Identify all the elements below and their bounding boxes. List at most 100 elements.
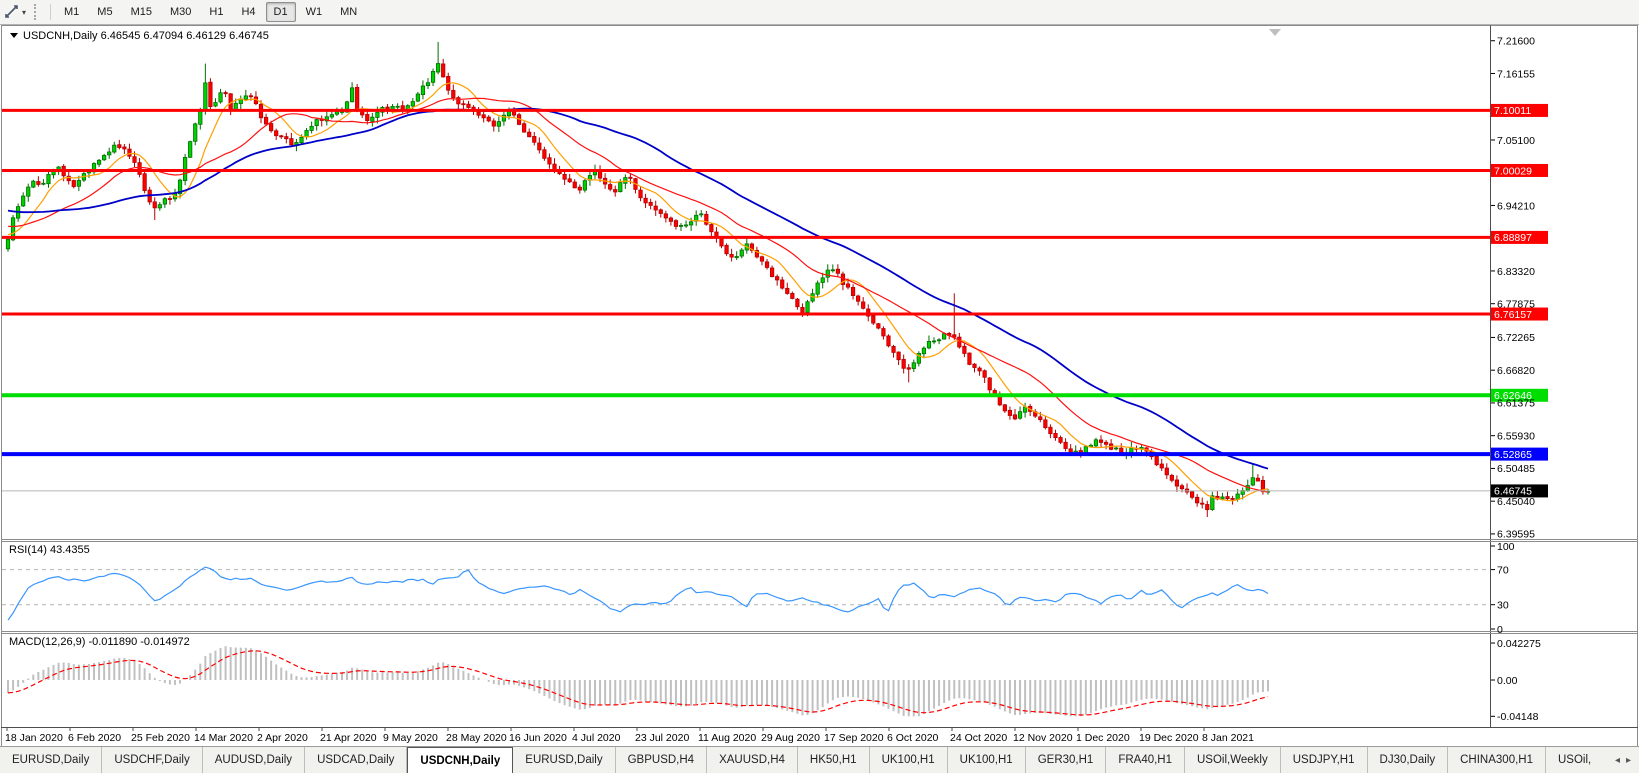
candle-body (548, 158, 551, 164)
date-label: 12 Nov 2020 (1013, 732, 1073, 744)
tool-dropdown-caret[interactable]: ▾ (22, 8, 26, 17)
tab-audusd-daily[interactable]: AUDUSD,Daily (203, 747, 305, 773)
tab-eurusd-daily[interactable]: EURUSD,Daily (513, 747, 615, 773)
tab-uk100-h1[interactable]: UK100,H1 (870, 747, 948, 773)
candle-body (310, 126, 313, 130)
candle-body (1180, 486, 1183, 489)
candle-body (563, 174, 566, 179)
candle-body (492, 121, 495, 126)
candle-body (411, 102, 414, 107)
candle-body (244, 96, 247, 100)
candle-body (730, 254, 733, 257)
candle-body (330, 115, 333, 117)
tf-button-w1[interactable]: W1 (298, 2, 331, 22)
price-tick-label: 7.16155 (1497, 68, 1535, 80)
candle-body (614, 190, 617, 192)
price-tick-label: 6.66820 (1497, 365, 1535, 377)
tab-gbpusd-h4[interactable]: GBPUSD,H4 (616, 747, 707, 773)
date-label: 1 Dec 2020 (1076, 732, 1130, 744)
candle-body (781, 280, 784, 288)
date-label: 6 Oct 2020 (887, 732, 939, 744)
candle-body (305, 130, 308, 136)
candle-body (118, 145, 121, 148)
timeframe-toolbar: ▾ M1M5M15M30H1H4D1W1MN (0, 0, 1639, 25)
tab-usoil[interactable]: USOil, (1546, 747, 1601, 773)
tf-button-h4[interactable]: H4 (233, 2, 263, 22)
candle-body (664, 214, 667, 218)
tab-xauusd-h4[interactable]: XAUUSD,H4 (707, 747, 798, 773)
candle-body (97, 160, 100, 164)
candle-body (204, 83, 207, 110)
tf-button-h1[interactable]: H1 (201, 2, 231, 22)
candle-body (482, 115, 485, 118)
tab-dj30-daily[interactable]: DJ30,Daily (1368, 747, 1449, 773)
crosshair-tool-icon[interactable] (2, 3, 22, 21)
candle-body (371, 117, 374, 121)
tab-scroll-right-icon[interactable]: ▸ (1626, 755, 1631, 766)
macd-tick-label: 0.00 (1497, 675, 1518, 687)
candle-body (1099, 440, 1102, 442)
candle-body (740, 250, 743, 256)
macd-tick-label: 0.042275 (1497, 638, 1541, 650)
candle-body (877, 324, 880, 328)
tf-button-d1[interactable]: D1 (266, 2, 296, 22)
candle-body (882, 329, 885, 336)
candle-body (922, 348, 925, 354)
tab-usdchf-daily[interactable]: USDCHF,Daily (102, 747, 202, 773)
candle-body (988, 378, 991, 390)
rsi-label: RSI(14) 43.4355 (9, 544, 90, 556)
candle-body (786, 288, 789, 293)
tab-ger30-h1[interactable]: GER30,H1 (1026, 747, 1107, 773)
candle-body (629, 177, 632, 178)
candle-body (912, 363, 915, 369)
date-label: 25 Feb 2020 (131, 732, 190, 744)
date-label: 21 Apr 2020 (320, 732, 377, 744)
tf-button-mn[interactable]: MN (332, 2, 365, 22)
candle-body (522, 124, 525, 132)
candle-body (47, 174, 50, 183)
candle-body (1226, 497, 1229, 499)
candle-body (1013, 415, 1016, 419)
candle-body (684, 225, 687, 226)
tf-button-m5[interactable]: M5 (89, 2, 120, 22)
date-label: 18 Jan 2020 (5, 732, 63, 744)
tab-usdcad-daily[interactable]: USDCAD,Daily (305, 747, 407, 773)
candle-body (887, 336, 890, 346)
candle-body (376, 112, 379, 117)
candle-body (720, 238, 723, 246)
tab-eurusd-daily[interactable]: EURUSD,Daily (0, 747, 102, 773)
candle-body (1008, 410, 1011, 415)
candle-body (816, 283, 819, 294)
tab-fra40-h1[interactable]: FRA40,H1 (1106, 747, 1185, 773)
candle-body (983, 371, 986, 378)
candle-body (102, 155, 105, 159)
candle-body (6, 239, 9, 249)
tab-uk100-h1[interactable]: UK100,H1 (948, 747, 1026, 773)
tf-button-m30[interactable]: M30 (162, 2, 199, 22)
price-tick-label: 6.72265 (1497, 332, 1535, 344)
tf-button-m15[interactable]: M15 (123, 2, 160, 22)
price-tick-label: 7.05100 (1497, 135, 1535, 147)
candle-body (958, 337, 961, 347)
tab-china300-h1[interactable]: CHINA300,H1 (1448, 747, 1546, 773)
candle-body (188, 142, 191, 158)
tf-button-m1[interactable]: M1 (56, 2, 87, 22)
candle-body (1221, 497, 1224, 499)
candle-body (1190, 492, 1193, 498)
tab-usdjpy-h1[interactable]: USDJPY,H1 (1281, 747, 1368, 773)
toolbar-grip[interactable] (34, 4, 39, 20)
candle-body (416, 94, 419, 101)
candle-body (932, 341, 935, 342)
date-label: 9 May 2020 (383, 732, 438, 744)
tab-usoil-weekly[interactable]: USOil,Weekly (1185, 747, 1281, 773)
candle-body (1054, 433, 1057, 437)
tab-hk50-h1[interactable]: HK50,H1 (798, 747, 870, 773)
candle-body (1201, 503, 1204, 504)
tab-scroll-left-icon[interactable]: ◂ (1615, 755, 1620, 766)
tab-usdcnh-daily-active[interactable]: USDCNH,Daily (407, 747, 513, 773)
candle-body (335, 112, 338, 115)
candle-body (1231, 498, 1234, 499)
candle-body (452, 90, 455, 97)
chart-canvas[interactable]: 7.100117.000296.888976.761576.626466.528… (0, 0, 1639, 747)
rsi-tick-label: 0 (1497, 624, 1503, 636)
